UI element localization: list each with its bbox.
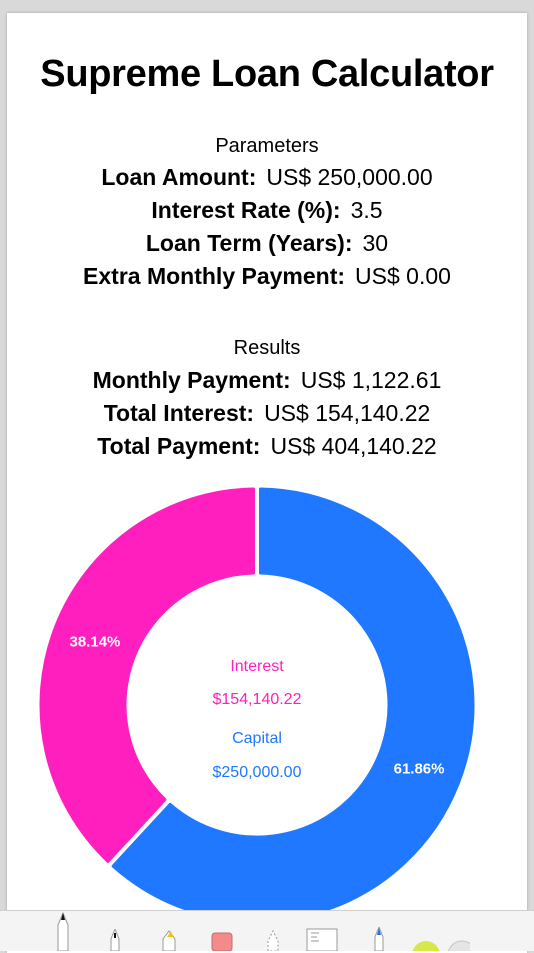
param-label: Interest Rate (%): [151,197,341,223]
param-row-loan-term: Loan Term (Years): 30 [7,230,527,257]
param-value: US$ 250,000.00 [266,164,433,190]
result-row-monthly-payment: Monthly Payment: US$ 1,122.61 [7,367,527,394]
center-interest-label: Interest [230,658,284,675]
param-value: US$ 0.00 [355,263,451,289]
result-value: US$ 404,140.22 [270,433,437,459]
results-heading: Results [233,337,301,359]
color-picker-icon[interactable] [410,939,470,951]
param-row-interest-rate: Interest Rate (%): 3.5 [7,197,527,224]
center-interest-value: $154,140.22 [212,691,302,708]
param-label: Extra Monthly Payment: [83,263,346,289]
center-capital-value: $250,000.00 [212,764,302,781]
lasso-icon[interactable] [265,929,281,951]
ruler-icon[interactable] [305,927,339,951]
result-row-total-interest: Total Interest: US$ 154,140.22 [7,400,527,427]
parameters-heading: Parameters [215,135,319,157]
param-value: 30 [362,230,389,256]
param-row-extra-payment: Extra Monthly Payment: US$ 0.00 [7,263,527,290]
param-value: 3.5 [350,197,383,223]
param-label: Loan Term (Years): [145,230,353,256]
result-label: Monthly Payment: [92,367,291,393]
param-row-loan-amount: Loan Amount: US$ 250,000.00 [7,164,527,191]
color-pen-icon[interactable] [372,927,386,951]
page-title: Supreme Loan Calculator [40,53,494,95]
result-label: Total Interest: [103,400,255,426]
slice-percent-label-interest: 38.14% [70,634,121,651]
result-value: US$ 1,122.61 [300,367,442,393]
result-value: US$ 154,140.22 [264,400,431,426]
fineliner-icon[interactable] [108,929,122,951]
param-label: Loan Amount: [101,164,257,190]
result-label: Total Payment: [97,433,261,459]
pen-icon[interactable] [54,911,72,951]
markup-toolbar [0,910,534,951]
eraser-icon[interactable] [210,931,234,951]
loan-donut-chart: 61.86% 38.14% Interest $154,140.22 Capita… [37,485,477,925]
result-row-total-payment: Total Payment: US$ 404,140.22 [7,433,527,460]
center-capital-label: Capital [232,730,282,747]
marker-icon[interactable] [160,929,178,951]
